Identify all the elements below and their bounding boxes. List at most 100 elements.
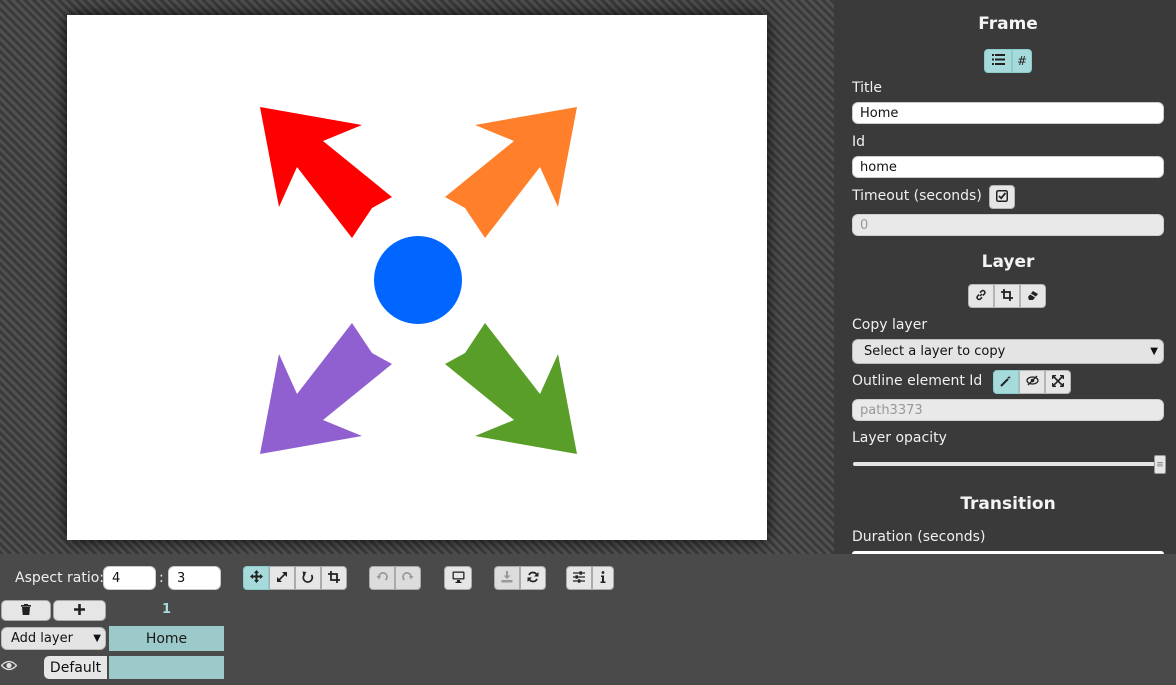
crop-icon xyxy=(1001,288,1013,304)
copy-layer-label: Copy layer xyxy=(852,317,928,333)
title-label: Title xyxy=(852,80,883,96)
aspect-height-input[interactable]: 3 xyxy=(168,566,221,590)
trash-icon xyxy=(21,603,31,618)
expand-outline-button[interactable] xyxy=(1045,370,1071,394)
rotate-icon xyxy=(302,571,314,586)
layer-section-title: Layer xyxy=(981,252,1035,272)
copy-layer-selected-value: Select a layer to copy xyxy=(864,344,1006,359)
hide-outline-button[interactable] xyxy=(1019,370,1045,394)
file-tools-group xyxy=(494,566,546,590)
pick-element-button[interactable] xyxy=(993,370,1019,394)
link-layer-button[interactable] xyxy=(968,284,994,308)
delete-frame-button[interactable] xyxy=(1,600,51,621)
frame-section-title: Frame xyxy=(978,14,1038,34)
add-layer-select[interactable]: Add layer ▼ xyxy=(1,627,106,650)
redo-icon xyxy=(402,571,414,586)
settings-tools-group xyxy=(566,566,614,590)
preferences-button[interactable] xyxy=(566,566,592,590)
layer-opacity-slider-track[interactable] xyxy=(853,462,1162,466)
undo-button[interactable] xyxy=(369,566,395,590)
download-button[interactable] xyxy=(494,566,520,590)
title-input-value: Home xyxy=(860,105,899,121)
rotate-tool-button[interactable] xyxy=(295,566,321,590)
magic-wand-icon xyxy=(1000,375,1012,390)
move-tool-button[interactable] xyxy=(243,566,269,590)
hash-icon: # xyxy=(1016,54,1028,68)
id-label: Id xyxy=(852,134,866,150)
chevron-down-icon: ▼ xyxy=(93,633,101,644)
history-tools-group xyxy=(369,566,421,590)
frame-view-toggle: # xyxy=(984,49,1032,73)
layer-frame-cell[interactable] xyxy=(109,656,224,679)
refresh-icon xyxy=(527,571,539,586)
checkbox-checked-icon xyxy=(996,189,1008,205)
eye-slash-icon xyxy=(1025,375,1039,389)
slide-canvas[interactable] xyxy=(67,15,767,540)
link-icon xyxy=(975,289,987,304)
outline-element-input[interactable]: path3373 xyxy=(852,399,1164,421)
clip-tool-button[interactable] xyxy=(321,566,347,590)
redo-button[interactable] xyxy=(395,566,421,590)
add-layer-label: Add layer xyxy=(11,631,73,646)
scale-tool-button[interactable] xyxy=(269,566,295,590)
add-frame-button[interactable] xyxy=(53,600,106,621)
aspect-width-value: 4 xyxy=(112,570,121,586)
red-arrow[interactable] xyxy=(260,107,392,238)
outline-tools-group xyxy=(993,370,1071,394)
undo-icon xyxy=(376,571,388,586)
eye-icon[interactable] xyxy=(0,660,18,675)
transition-section-title: Transition xyxy=(960,494,1056,514)
chevron-down-icon: ▼ xyxy=(1150,346,1158,357)
green-arrow[interactable] xyxy=(445,323,577,454)
eraser-icon xyxy=(1027,289,1039,304)
info-icon xyxy=(600,570,606,586)
hash-view-button[interactable]: # xyxy=(1012,49,1032,73)
resize-diagonal-icon xyxy=(276,571,288,586)
orange-arrow[interactable] xyxy=(445,107,577,238)
outline-element-label: Outline element Id xyxy=(852,373,983,389)
timeout-enable-checkbox[interactable] xyxy=(989,185,1015,209)
properties-panel xyxy=(834,0,1176,554)
slide-graphics xyxy=(260,107,577,454)
plus-icon xyxy=(74,603,85,618)
download-icon xyxy=(501,570,513,586)
list-view-button[interactable] xyxy=(984,49,1012,73)
purple-arrow[interactable] xyxy=(260,323,392,454)
outline-element-placeholder: path3373 xyxy=(860,402,923,418)
aspect-width-input[interactable]: 4 xyxy=(103,566,156,590)
layer-name-default[interactable]: Default xyxy=(44,656,107,679)
copy-layer-select[interactable]: Select a layer to copy ▼ xyxy=(852,339,1164,364)
sliders-icon xyxy=(573,570,585,586)
timeout-input[interactable]: 0 xyxy=(852,214,1164,236)
crop-icon xyxy=(328,570,340,586)
transform-tools-group xyxy=(243,566,347,590)
layer-opacity-label: Layer opacity xyxy=(852,430,947,446)
monitor-icon xyxy=(452,571,465,586)
frame-header-home[interactable]: Home xyxy=(109,626,224,651)
aspect-height-value: 3 xyxy=(177,570,186,586)
layer-tools-group xyxy=(968,284,1046,308)
present-button[interactable] xyxy=(444,566,472,590)
timeout-label: Timeout (seconds) xyxy=(852,188,982,204)
aspect-ratio-label: Aspect ratio: xyxy=(15,570,105,586)
duration-label: Duration (seconds) xyxy=(852,529,986,545)
aspect-separator: : xyxy=(159,570,164,586)
crop-layer-button[interactable] xyxy=(994,284,1020,308)
timeout-toggle-group xyxy=(989,185,1015,209)
layer-name-label: Default xyxy=(49,659,102,676)
info-button[interactable] xyxy=(592,566,614,590)
title-input[interactable]: Home xyxy=(852,102,1164,124)
move-icon xyxy=(249,570,263,586)
refresh-button[interactable] xyxy=(520,566,546,590)
blue-circle[interactable] xyxy=(374,236,462,324)
expand-icon xyxy=(1051,374,1065,390)
erase-layer-button[interactable] xyxy=(1020,284,1046,308)
frame-number: 1 xyxy=(161,602,172,617)
timeout-input-placeholder: 0 xyxy=(860,217,869,233)
layer-opacity-slider-handle[interactable]: ≡ xyxy=(1154,455,1166,474)
presentation-tools-group xyxy=(444,566,472,590)
list-icon xyxy=(991,54,1005,68)
frame-header-label: Home xyxy=(145,630,188,647)
id-input[interactable]: home xyxy=(852,156,1164,178)
stage-area xyxy=(0,0,834,554)
